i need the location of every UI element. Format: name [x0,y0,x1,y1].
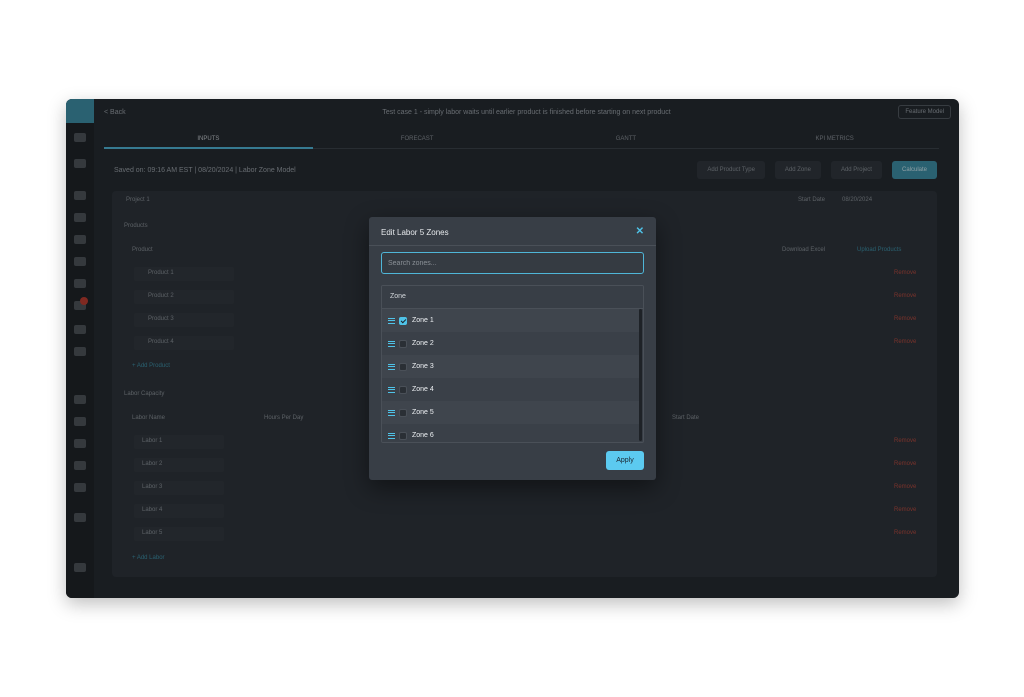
edit-zones-modal: Edit Labor 5 Zones ✕ Zone Zone 1 Zone 2 … [369,217,656,480]
zone-label: Zone 5 [412,409,434,416]
zone-row[interactable]: Zone 4 [382,378,639,401]
drag-handle-icon[interactable] [388,317,395,324]
zone-list: Zone 1 Zone 2 Zone 3 Zone 4 Zone 5 Zone … [382,309,639,442]
apply-button[interactable]: Apply [606,451,644,470]
zone-row[interactable]: Zone 5 [382,401,639,424]
zone-row[interactable]: Zone 2 [382,332,639,355]
drag-handle-icon[interactable] [388,432,395,439]
zone-checkbox[interactable] [399,339,407,348]
zone-row[interactable]: Zone 6 [382,424,639,442]
zone-table: Zone Zone 1 Zone 2 Zone 3 Zone 4 Zone 5 … [381,285,644,443]
modal-header: Edit Labor 5 Zones ✕ [369,217,656,246]
drag-handle-icon[interactable] [388,386,395,393]
zone-checkbox[interactable] [399,362,407,371]
zone-checkbox[interactable] [399,408,407,417]
zone-label: Zone 4 [412,386,434,393]
close-icon[interactable]: ✕ [636,226,644,237]
scrollbar[interactable] [639,309,642,441]
zone-label: Zone 3 [412,363,434,370]
zone-row[interactable]: Zone 3 [382,355,639,378]
zone-checkbox[interactable] [399,431,407,440]
zone-checkbox[interactable] [399,385,407,394]
modal-title: Edit Labor 5 Zones [381,228,449,237]
zone-label: Zone 2 [412,340,434,347]
drag-handle-icon[interactable] [388,409,395,416]
drag-handle-icon[interactable] [388,340,395,347]
drag-handle-icon[interactable] [388,363,395,370]
zone-row[interactable]: Zone 1 [382,309,639,332]
search-input[interactable] [381,252,644,274]
zone-column-header: Zone [382,286,643,309]
zone-label: Zone 1 [412,317,434,324]
zone-checkbox[interactable] [399,316,407,325]
zone-label: Zone 6 [412,432,434,439]
